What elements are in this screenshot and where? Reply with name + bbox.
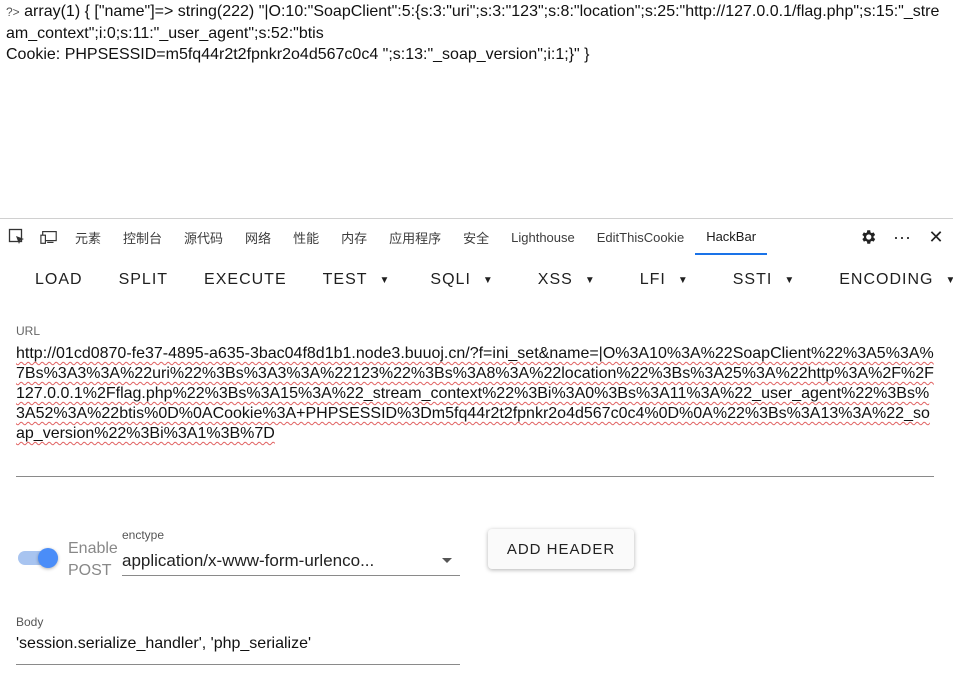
caret-down-icon: ▼ [482, 274, 494, 286]
enctype-value: application/x-www-form-urlenco... [122, 550, 375, 570]
encoding-label: ENCODING [839, 271, 934, 288]
body-label: Body [16, 615, 44, 629]
output-text: array(1) { ["name"]=> string(222) "|O:10… [6, 3, 940, 63]
load-label: LOAD [35, 271, 83, 288]
devtools-tab-strip: 元素 控制台 源代码 网络 性能 内存 应用程序 安全 Lighthouse E… [0, 218, 953, 256]
url-label: URL [16, 324, 41, 338]
inspect-element-icon[interactable] [8, 228, 26, 246]
tab-elements[interactable]: 元素 [64, 219, 112, 255]
url-textarea[interactable]: http://01cd0870-fe37-4895-a635-3bac04f8d… [16, 344, 934, 444]
caret-down-icon: ▼ [677, 274, 689, 286]
ssti-menu-button[interactable]: SSTI ▼ [707, 262, 813, 298]
enctype-select[interactable]: application/x-www-form-urlenco... [122, 546, 460, 576]
caret-down-icon: ▼ [379, 274, 391, 286]
tab-network[interactable]: 网络 [234, 219, 282, 255]
sqli-label: SQLI [430, 271, 471, 288]
lfi-label: LFI [639, 271, 666, 288]
test-label: TEST [322, 271, 368, 288]
more-options-icon[interactable]: ··· [885, 220, 919, 254]
xss-label: XSS [537, 271, 573, 288]
close-icon[interactable]: ✕ [919, 220, 953, 254]
add-header-button[interactable]: ADD HEADER [488, 529, 634, 569]
caret-down-icon: ▼ [784, 274, 796, 286]
load-button[interactable]: LOAD [0, 262, 101, 298]
encoding-menu-button[interactable]: ENCODING ▼ [813, 262, 953, 298]
ssti-label: SSTI [732, 271, 773, 288]
tab-editthiscookie[interactable]: EditThisCookie [586, 219, 695, 255]
tab-lighthouse[interactable]: Lighthouse [500, 219, 586, 255]
devtools-actions: ··· ✕ [851, 220, 953, 254]
output-prefix: ?> [6, 5, 20, 19]
tab-sources[interactable]: 源代码 [173, 219, 234, 255]
page-output: ?> array(1) { ["name"]=> string(222) "|O… [6, 1, 946, 65]
body-underline [16, 664, 460, 665]
tab-hackbar[interactable]: HackBar [695, 219, 768, 255]
body-textarea[interactable]: 'session.serialize_handler', 'php_serial… [16, 635, 460, 653]
tab-application[interactable]: 应用程序 [378, 219, 452, 255]
caret-down-icon: ▼ [945, 274, 953, 286]
hackbar-toolbar: LOAD SPLIT EXECUTE TEST ▼ SQLI ▼ XSS ▼ LFI ▼… [0, 255, 953, 305]
dropdown-arrow-icon [442, 558, 452, 563]
gear-icon[interactable] [851, 220, 885, 254]
tab-memory[interactable]: 内存 [330, 219, 378, 255]
sqli-menu-button[interactable]: SQLI ▼ [412, 262, 511, 298]
xss-menu-button[interactable]: XSS ▼ [512, 262, 614, 298]
toggle-thumb [38, 548, 58, 568]
enctype-label: enctype [122, 528, 165, 542]
caret-down-icon: ▼ [584, 274, 596, 286]
tab-security[interactable]: 安全 [452, 219, 500, 255]
execute-label: EXECUTE [204, 271, 287, 288]
split-label: SPLIT [118, 271, 169, 288]
lfi-menu-button[interactable]: LFI ▼ [614, 262, 707, 298]
test-menu-button[interactable]: TEST ▼ [305, 262, 409, 298]
device-toolbar-icon[interactable] [40, 228, 58, 246]
tab-performance[interactable]: 性能 [282, 219, 330, 255]
enable-post-label: Enable POST [68, 540, 118, 579]
url-underline [16, 476, 934, 477]
tab-console[interactable]: 控制台 [112, 219, 173, 255]
split-button[interactable]: SPLIT [101, 262, 186, 298]
enable-post-toggle[interactable] [16, 546, 62, 570]
execute-button[interactable]: EXECUTE [186, 262, 305, 298]
